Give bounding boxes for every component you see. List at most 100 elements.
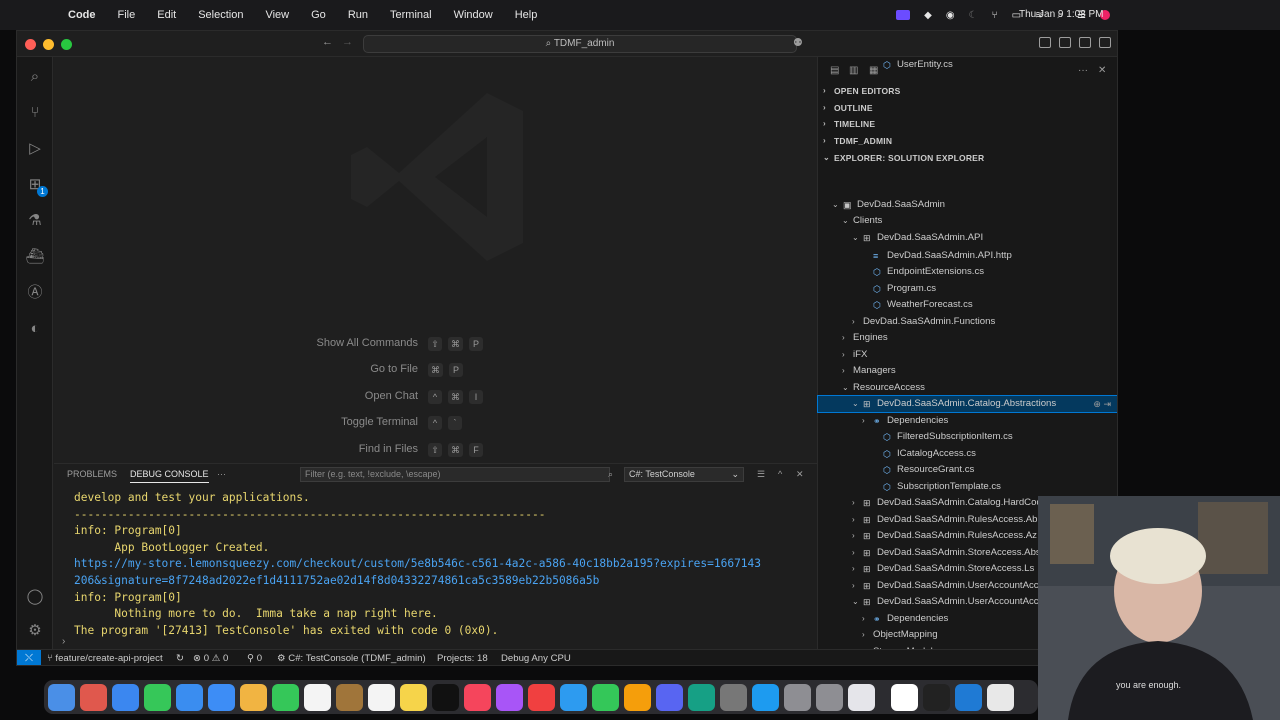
- system-settings-icon[interactable]: [816, 683, 843, 711]
- tree-item[interactable]: › Managers: [818, 363, 1117, 379]
- app-store-icon[interactable]: [752, 683, 779, 711]
- menu-app-name[interactable]: Code: [68, 9, 96, 21]
- chevron-right-icon[interactable]: ›: [852, 561, 855, 577]
- console-link[interactable]: https://my-store.lemonsqueezy.com/checko…: [74, 556, 814, 573]
- chevron-right-icon[interactable]: ›: [852, 545, 855, 561]
- close-window-button[interactable]: [25, 39, 36, 50]
- console-link[interactable]: 206&signature=8f7248ad2022ef1d4111752ae0…: [74, 573, 814, 590]
- forward-arrow-icon[interactable]: →: [342, 36, 353, 48]
- section-solution-explorer[interactable]: ⌄ EXPLORER: SOLUTION EXPLORER: [818, 150, 1117, 166]
- menu-file[interactable]: File: [118, 9, 136, 21]
- tree-item[interactable]: ⬡ ResourceGrant.cs: [818, 462, 1117, 478]
- launchpad-icon[interactable]: [80, 683, 107, 711]
- remote-indicator-icon[interactable]: ⤬: [17, 650, 41, 665]
- moon-icon[interactable]: ☾: [969, 10, 978, 21]
- tree-item[interactable]: ⬡ EndpointExtensions.cs: [818, 264, 1117, 280]
- menu-selection[interactable]: Selection: [198, 9, 243, 21]
- section-workspace[interactable]: › TDMF_ADMIN: [818, 133, 1117, 149]
- section-timeline[interactable]: › TIMELINE: [818, 116, 1117, 132]
- source-control-icon[interactable]: ⑂: [25, 103, 45, 123]
- tree-item[interactable]: ⌄ ▣ DevDad.SaaSAdmin: [818, 197, 1117, 213]
- tree-item-actions-icon[interactable]: ⊕ ⇥: [1093, 396, 1111, 412]
- projects-count[interactable]: Projects: 18: [437, 653, 488, 664]
- menubar-clock[interactable]: Thu Jan 9 1:08 PM: [1019, 9, 1104, 20]
- chevron-down-icon[interactable]: ⌄: [852, 230, 859, 246]
- tab-debug-console[interactable]: DEBUG CONSOLE: [130, 469, 209, 483]
- news-icon[interactable]: [528, 683, 555, 711]
- account-icon[interactable]: ◯: [25, 587, 45, 607]
- docker-icon[interactable]: ⛴: [25, 247, 45, 267]
- recent-app-icon[interactable]: [987, 683, 1014, 711]
- reminders-icon[interactable]: [368, 683, 395, 711]
- chevron-down-icon[interactable]: ⌄: [832, 197, 839, 213]
- tree-item[interactable]: ≡ DevDad.SaaSAdmin.API.http: [818, 248, 1117, 264]
- app-icon[interactable]: [688, 683, 715, 711]
- tree-item[interactable]: ⌄ Clients: [818, 213, 1117, 229]
- screen-share-icon[interactable]: [896, 10, 911, 20]
- maps-icon[interactable]: [208, 683, 235, 711]
- tab-problems[interactable]: PROBLEMS: [67, 469, 117, 479]
- debug-session-select[interactable]: C#: TestConsole ⌄: [624, 467, 744, 482]
- calendar-icon[interactable]: [304, 683, 331, 711]
- back-arrow-icon[interactable]: ←: [322, 36, 333, 48]
- console-prompt-input[interactable]: ›: [62, 636, 65, 647]
- discord-icon[interactable]: [656, 683, 683, 711]
- clear-console-icon[interactable]: ☰: [757, 469, 765, 480]
- keynote-icon[interactable]: [560, 683, 587, 711]
- pages-icon[interactable]: [624, 683, 651, 711]
- search-icon[interactable]: ⌕: [25, 67, 45, 87]
- chevron-right-icon[interactable]: ›: [862, 611, 865, 627]
- chevron-down-icon[interactable]: ⌄: [842, 213, 849, 229]
- console-filter-input[interactable]: Filter (e.g. text, !exclude, \escape): [300, 467, 610, 482]
- menu-edit[interactable]: Edit: [157, 9, 176, 21]
- tree-item[interactable]: ⌄ ⊞ DevDad.SaaSAdmin.Catalog.Abstractions ⊕…: [817, 395, 1117, 413]
- podcasts-icon[interactable]: [496, 683, 523, 711]
- tree-item[interactable]: › DevDad.SaaSAdmin.Functions: [818, 314, 1117, 330]
- chevron-right-icon[interactable]: ›: [852, 495, 855, 511]
- toggle-primary-sidebar-icon[interactable]: [1059, 37, 1071, 48]
- edge-devtools-icon[interactable]: ◐: [25, 319, 45, 339]
- tree-item[interactable]: ⬡ ICatalogAccess.cs: [818, 446, 1117, 462]
- panel-more-icon[interactable]: ···: [217, 469, 226, 479]
- chevron-right-icon[interactable]: ›: [842, 330, 845, 346]
- chevron-right-icon[interactable]: ›: [862, 627, 865, 643]
- tree-item[interactable]: ⬡ FilteredSubscriptionItem.cs: [818, 429, 1117, 445]
- ports-status[interactable]: ⚲ 0: [247, 653, 262, 664]
- messages-icon[interactable]: [144, 683, 171, 711]
- menu-terminal[interactable]: Terminal: [390, 9, 432, 21]
- tuning-icon[interactable]: ⑂: [992, 10, 998, 21]
- contacts-icon[interactable]: [336, 683, 363, 711]
- menu-go[interactable]: Go: [311, 9, 326, 21]
- numbers-icon[interactable]: [592, 683, 619, 711]
- safari-icon[interactable]: [112, 683, 139, 711]
- settings-gear-icon[interactable]: ⚙: [25, 621, 45, 641]
- record-icon[interactable]: ◉: [946, 10, 955, 21]
- finder-icon[interactable]: [48, 683, 75, 711]
- launch-config-status[interactable]: ⚙ C#: TestConsole (TDMF_admin): [277, 653, 426, 664]
- chevron-right-icon[interactable]: ›: [852, 512, 855, 528]
- xcode-icon[interactable]: [720, 683, 747, 711]
- branch-status[interactable]: ⑂ feature/create-api-project: [47, 653, 163, 664]
- chevron-down-icon[interactable]: ⌄: [852, 396, 859, 412]
- preview-icon[interactable]: [848, 683, 875, 711]
- section-open-editors[interactable]: › OPEN EDITORS: [818, 83, 1117, 99]
- section-outline[interactable]: › OUTLINE: [818, 100, 1117, 116]
- maximize-panel-icon[interactable]: ^: [778, 469, 782, 479]
- chevron-right-icon[interactable]: ›: [842, 347, 845, 363]
- command-center-search[interactable]: ⌕ TDMF_admin: [363, 35, 797, 53]
- tree-item[interactable]: ⌄ ResourceAccess: [818, 380, 1117, 396]
- chevron-down-icon[interactable]: ⌄: [842, 380, 849, 396]
- dropbox-icon[interactable]: ◆: [924, 10, 932, 21]
- tree-item[interactable]: › Engines: [818, 330, 1117, 346]
- menu-view[interactable]: View: [265, 9, 289, 21]
- run-debug-icon[interactable]: ▷: [25, 139, 45, 159]
- close-panel-icon[interactable]: ✕: [796, 469, 804, 480]
- notes-icon[interactable]: [400, 683, 427, 711]
- build-config[interactable]: Debug Any CPU: [501, 653, 571, 664]
- facetime-icon[interactable]: [272, 683, 299, 711]
- screenshot-icon[interactable]: [784, 683, 811, 711]
- chevron-right-icon[interactable]: ›: [842, 363, 845, 379]
- menu-window[interactable]: Window: [454, 9, 493, 21]
- toggle-secondary-sidebar-icon[interactable]: [1099, 37, 1111, 48]
- chevron-down-icon[interactable]: ⌄: [852, 594, 859, 610]
